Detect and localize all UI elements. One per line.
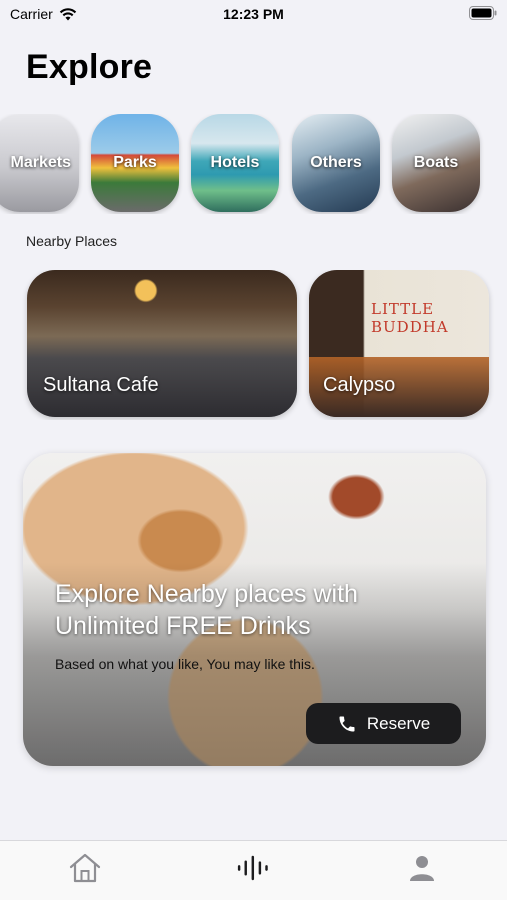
audio-wave-icon xyxy=(237,855,268,881)
page-title: Explore xyxy=(26,48,153,86)
category-label: Others xyxy=(310,154,362,171)
status-bar: Carrier 12:23 PM xyxy=(0,0,507,30)
reserve-button[interactable]: Reserve xyxy=(306,703,461,744)
category-label: Hotels xyxy=(210,154,260,171)
battery-icon xyxy=(469,6,497,23)
promo-card[interactable]: Explore Nearby places with Unlimited FRE… xyxy=(23,453,486,766)
clock: 12:23 PM xyxy=(223,6,284,22)
tab-audio[interactable] xyxy=(236,851,270,885)
nearby-places-carousel[interactable]: Sultana Cafe LITTLE BUDDHA Calypso xyxy=(0,270,507,420)
restaurant-sign: LITTLE BUDDHA xyxy=(371,300,449,336)
home-icon xyxy=(69,853,101,883)
person-icon xyxy=(410,856,434,881)
tab-profile[interactable] xyxy=(405,851,439,885)
section-title-nearby: Nearby Places xyxy=(26,233,118,249)
reserve-button-label: Reserve xyxy=(366,713,431,733)
tab-bar xyxy=(0,840,507,900)
category-label: Parks xyxy=(113,154,157,171)
category-markets[interactable]: Markets xyxy=(0,114,79,212)
place-card-sultana-cafe[interactable]: Sultana Cafe xyxy=(27,270,297,417)
sign-line: LITTLE xyxy=(371,300,435,318)
category-parks[interactable]: Parks xyxy=(91,114,179,212)
tab-home[interactable] xyxy=(68,851,102,885)
place-label: Calypso xyxy=(323,374,396,396)
category-boats[interactable]: Boats xyxy=(392,114,480,212)
category-others[interactable]: Others xyxy=(292,114,380,212)
sign-line: BUDDHA xyxy=(371,318,449,336)
category-label: Boats xyxy=(413,154,459,171)
phone-icon xyxy=(339,716,355,731)
place-card-calypso[interactable]: LITTLE BUDDHA Calypso xyxy=(309,270,489,417)
promo-title: Explore Nearby places with Unlimited FRE… xyxy=(55,580,358,640)
place-label: Sultana Cafe xyxy=(43,374,159,396)
category-label: Markets xyxy=(10,154,71,171)
category-carousel[interactable]: Markets Parks Hotels Others Boats xyxy=(0,114,507,214)
promo-subtitle: Based on what you like, You may like thi… xyxy=(55,656,315,672)
category-hotels[interactable]: Hotels xyxy=(191,114,279,212)
